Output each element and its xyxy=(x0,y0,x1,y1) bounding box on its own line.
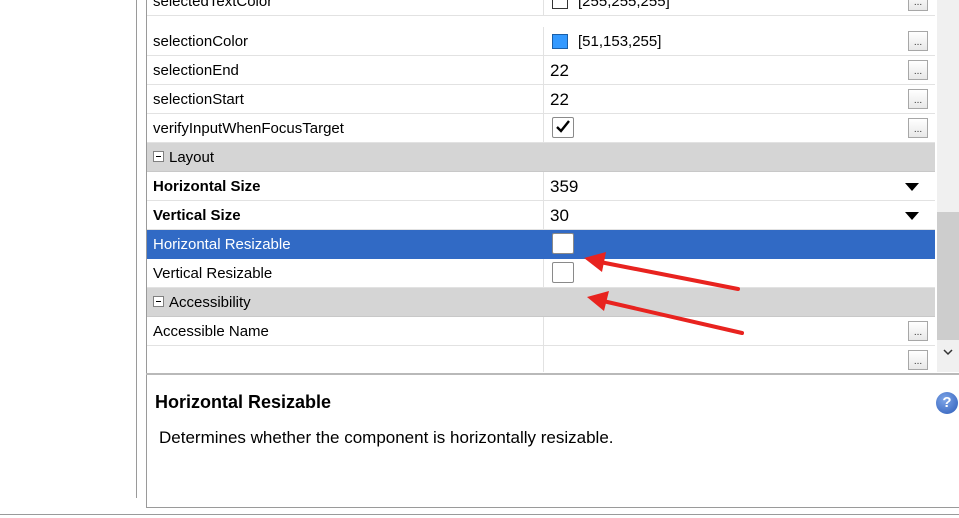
vertical-scrollbar[interactable] xyxy=(937,0,959,372)
property-name: Horizontal Size xyxy=(153,178,261,195)
category-label: Accessibility xyxy=(169,294,251,311)
column-divider xyxy=(543,114,544,142)
property-checkbox[interactable] xyxy=(552,117,574,138)
chevron-down-icon[interactable] xyxy=(905,183,919,191)
property-row-horizontal-resizable[interactable]: Horizontal Resizable xyxy=(147,230,935,259)
scroll-down-icon[interactable] xyxy=(943,347,953,357)
column-divider xyxy=(543,27,544,55)
ellipsis-icon[interactable]: ... xyxy=(908,89,928,109)
property-name: Vertical Size xyxy=(153,207,241,224)
color-swatch xyxy=(552,0,568,9)
column-divider xyxy=(543,0,544,15)
description-title: Horizontal Resizable xyxy=(155,392,332,412)
column-divider xyxy=(543,85,544,113)
panel-separator xyxy=(146,373,959,375)
scrollbar-thumb[interactable] xyxy=(937,212,959,340)
column-divider xyxy=(543,230,544,258)
property-value[interactable]: 30 xyxy=(550,201,569,230)
column-divider xyxy=(543,201,544,229)
chevron-down-icon[interactable] xyxy=(905,212,919,220)
ellipsis-icon[interactable]: ... xyxy=(908,60,928,80)
category-label: Layout xyxy=(169,149,215,166)
property-row-selected-text-color[interactable]: selectedTextColor [255,255,255] ... xyxy=(147,0,935,16)
horizontal-resizable-checkbox[interactable] xyxy=(552,233,574,254)
column-divider xyxy=(543,259,544,287)
property-row-accessible-name[interactable]: Accessible Name ... xyxy=(147,317,935,346)
collapse-icon[interactable] xyxy=(153,151,164,162)
property-name: selectionColor xyxy=(153,33,249,50)
property-row-verify-input[interactable]: verifyInputWhenFocusTarget ... xyxy=(147,114,935,143)
property-value: [51,153,255] xyxy=(578,33,662,50)
checkmark-icon xyxy=(556,120,570,133)
property-value[interactable]: 22 xyxy=(550,85,569,114)
column-divider xyxy=(543,172,544,200)
property-row-selection-end[interactable]: selectionEnd 22 ... xyxy=(147,56,935,85)
property-value: [255,255,255] xyxy=(578,0,670,10)
column-divider xyxy=(543,317,544,345)
ellipsis-icon[interactable]: ... xyxy=(908,321,928,341)
column-divider xyxy=(543,346,544,372)
property-value[interactable]: 359 xyxy=(550,172,578,201)
property-row-vertical-size[interactable]: Vertical Size 30 xyxy=(147,201,935,230)
collapse-icon[interactable] xyxy=(153,296,164,307)
vertical-resizable-checkbox[interactable] xyxy=(552,262,574,283)
property-row-partial: ... xyxy=(147,346,935,372)
property-row-vertical-resizable[interactable]: Vertical Resizable xyxy=(147,259,935,288)
outer-frame-left-edge xyxy=(136,0,137,498)
ellipsis-icon[interactable]: ... xyxy=(908,350,928,370)
property-value[interactable]: 22 xyxy=(550,56,569,85)
panel-bottom-edge xyxy=(146,507,959,508)
property-name: selectionStart xyxy=(153,91,244,108)
property-sheet: selectedTextColor [255,255,255] ... sele… xyxy=(147,0,959,372)
window-bottom-edge xyxy=(0,514,959,515)
category-row-layout[interactable]: Layout xyxy=(147,143,935,172)
ellipsis-icon[interactable]: ... xyxy=(908,118,928,138)
property-name: selectedTextColor xyxy=(153,0,273,10)
ellipsis-icon[interactable]: ... xyxy=(908,31,928,51)
help-icon[interactable]: ? xyxy=(936,392,958,414)
property-row-selection-start[interactable]: selectionStart 22 ... xyxy=(147,85,935,114)
color-swatch xyxy=(552,34,568,49)
property-row-horizontal-size[interactable]: Horizontal Size 359 xyxy=(147,172,935,201)
property-name: Vertical Resizable xyxy=(153,265,273,282)
property-row-selection-color[interactable]: selectionColor [51,153,255] ... xyxy=(147,27,935,56)
column-divider xyxy=(543,56,544,84)
property-name: Horizontal Resizable xyxy=(153,236,291,253)
category-row-accessibility[interactable]: Accessibility xyxy=(147,288,935,317)
ellipsis-icon[interactable]: ... xyxy=(908,0,928,11)
description-panel: Horizontal Resizable Determines whether … xyxy=(147,380,959,506)
property-name: selectionEnd xyxy=(153,62,239,79)
description-text: Determines whether the component is hori… xyxy=(159,428,614,447)
property-name: verifyInputWhenFocusTarget xyxy=(153,120,344,137)
property-name: Accessible Name xyxy=(153,323,269,340)
